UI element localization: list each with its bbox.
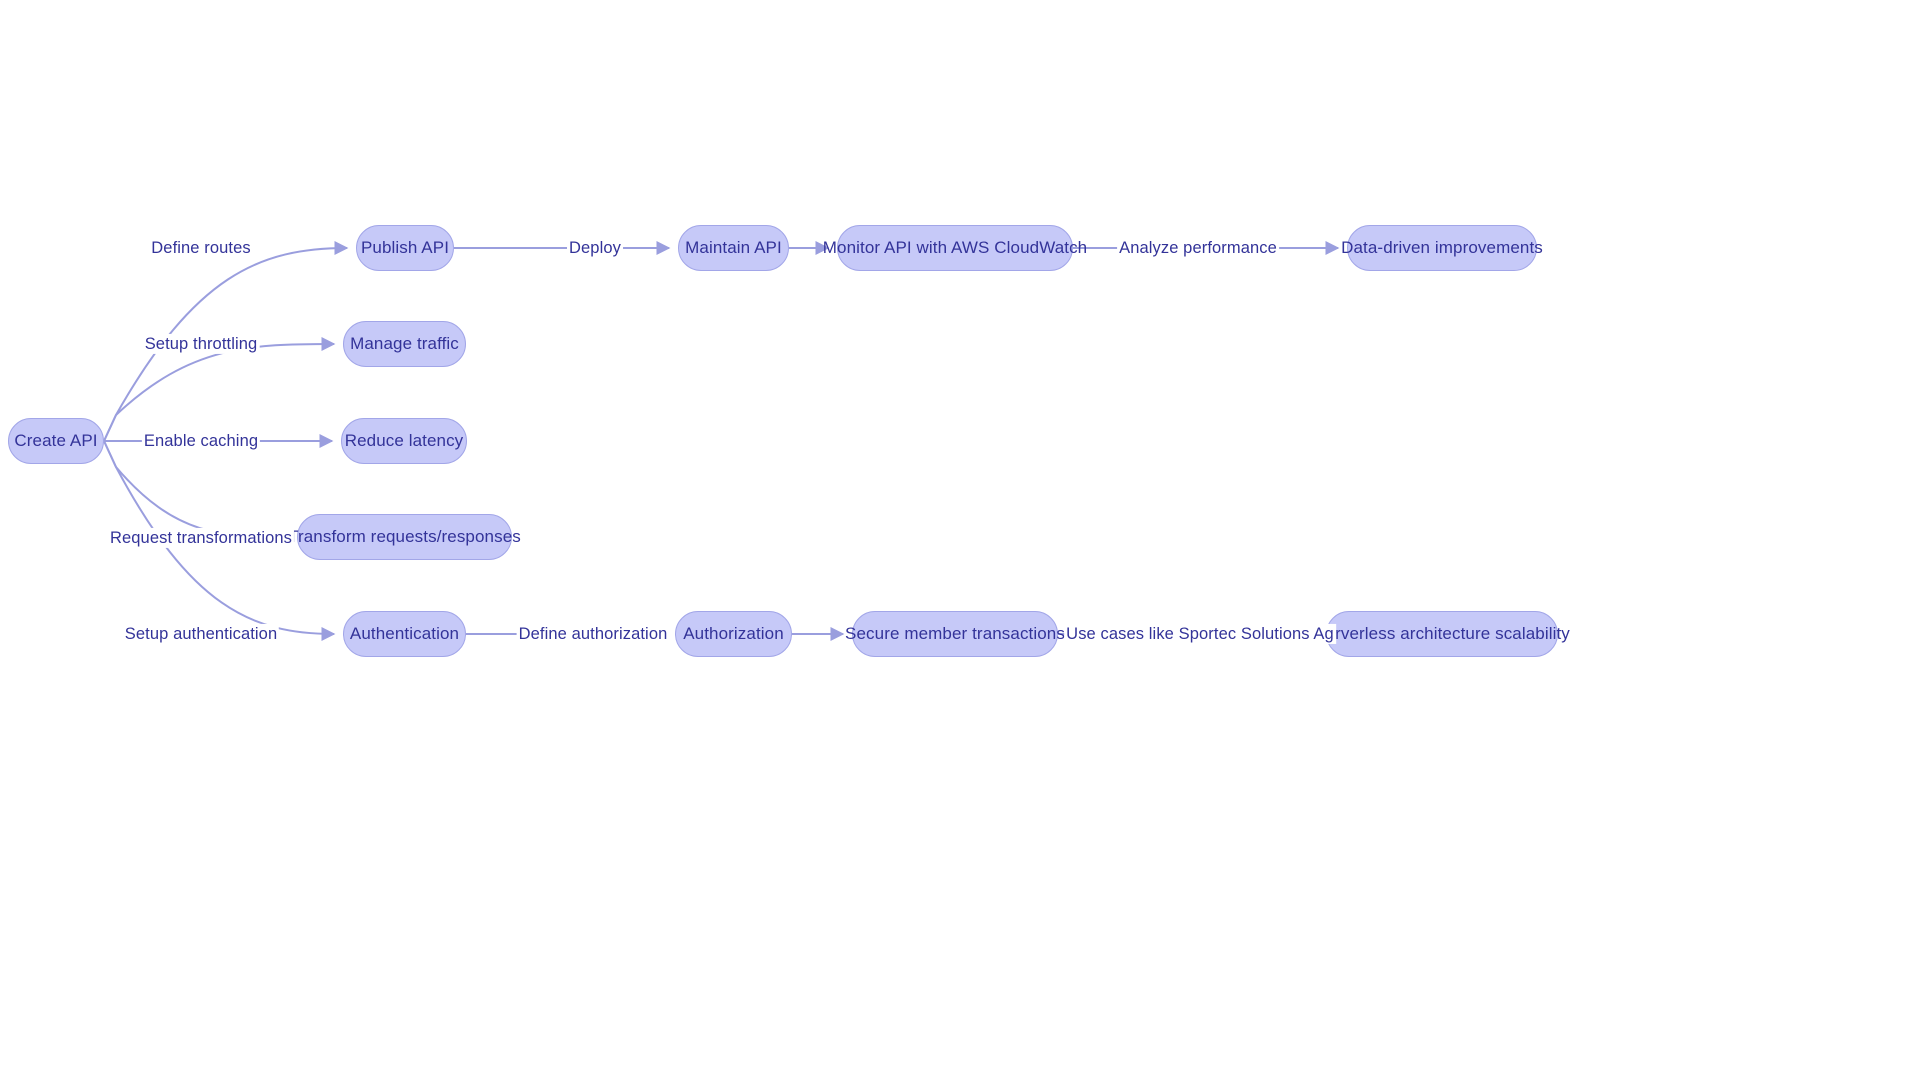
- node-label: Monitor API with AWS CloudWatch: [822, 238, 1088, 257]
- node-label: Authentication: [349, 624, 460, 643]
- node-label: Data-driven improvements: [1341, 238, 1543, 257]
- node-authentication[interactable]: Authentication: [343, 611, 466, 657]
- edge-label-e1: Define routes: [149, 237, 253, 259]
- flowchart-canvas: Create API Publish API Maintain API Monitor…: [0, 0, 1920, 1080]
- edge-label-e11: Use cases like Sportec Solutions Ag: [1064, 623, 1336, 645]
- edge-create_api-to-manage_traffic: [103, 337, 336, 442]
- node-publish_api[interactable]: Publish API: [356, 225, 454, 271]
- node-monitor_api[interactable]: Monitor API with AWS CloudWatch: [823, 225, 1087, 271]
- node-label: Manage traffic: [350, 334, 459, 353]
- edge-label-e5: Setup throttling: [142, 333, 260, 355]
- node-create_api[interactable]: Create API: [8, 418, 104, 464]
- edge-label-e4: Analyze performance: [1117, 237, 1279, 259]
- node-label: Create API: [14, 431, 98, 450]
- node-label: Reduce latency: [344, 431, 464, 450]
- edge-label-e8: Setup authentication: [122, 623, 280, 645]
- node-manage_traffic[interactable]: Manage traffic: [343, 321, 466, 367]
- edge-label-e9: Define authorization: [516, 623, 670, 645]
- node-serverless[interactable]: Serverless architecture scalability: [1314, 611, 1570, 657]
- node-label: Transform requests/responses: [288, 527, 521, 546]
- node-authorization[interactable]: Authorization: [675, 611, 792, 657]
- edge-label-e2: Deploy: [567, 237, 623, 259]
- node-reduce_latency[interactable]: Reduce latency: [341, 418, 467, 464]
- edge-label-e6: Enable caching: [141, 430, 261, 452]
- node-maintain_api[interactable]: Maintain API: [678, 225, 789, 271]
- node-label: Maintain API: [685, 238, 782, 257]
- node-label: Publish API: [360, 238, 450, 257]
- edge-label-e7: Request transformations: [107, 527, 295, 549]
- node-label: Serverless architecture scalability: [1314, 624, 1570, 643]
- edge-create_api-to-transform_req: [103, 440, 290, 544]
- node-label: Authorization: [683, 624, 784, 643]
- node-data_driven[interactable]: Data-driven improvements: [1341, 225, 1543, 271]
- node-label: Secure member transactions: [845, 624, 1065, 643]
- node-secure_member[interactable]: Secure member transactions: [845, 611, 1065, 657]
- node-transform_req[interactable]: Transform requests/responses: [288, 514, 521, 560]
